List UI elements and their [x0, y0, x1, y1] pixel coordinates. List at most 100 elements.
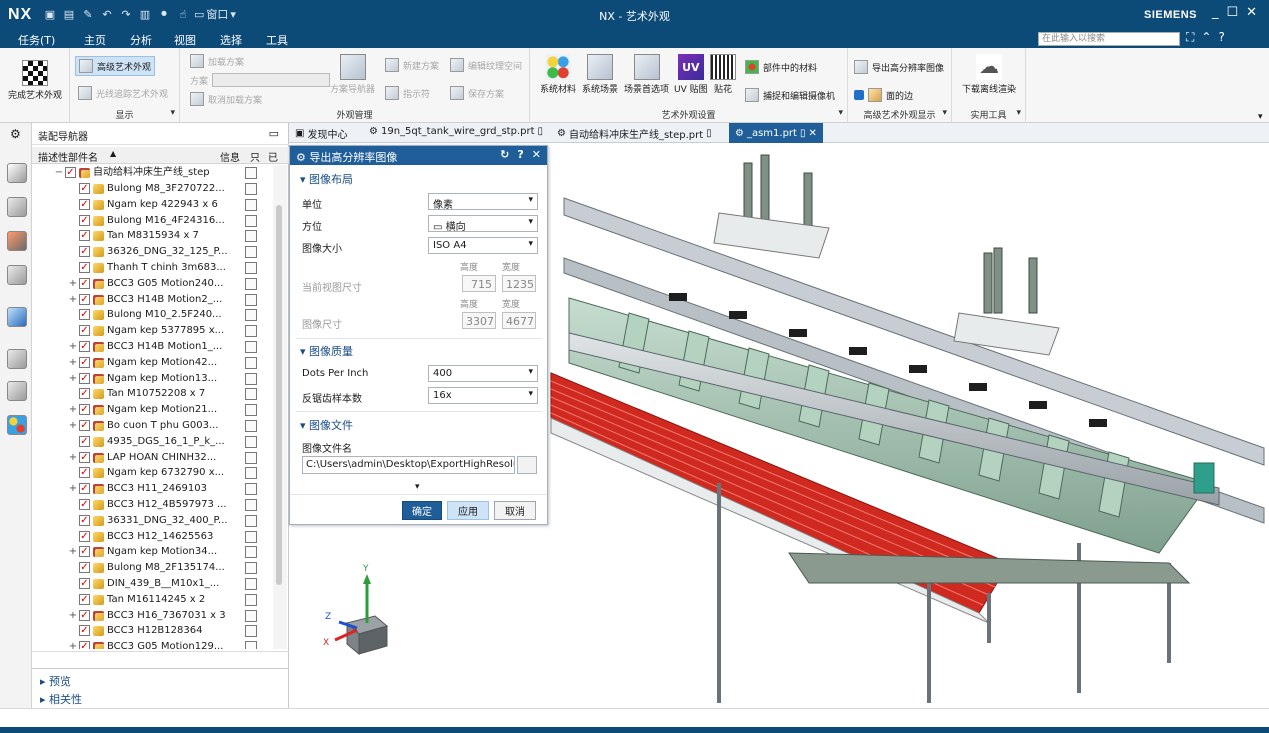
studio-materials-icon[interactable]: [7, 415, 27, 435]
ribbon-options-icon[interactable]: ▾: [1258, 112, 1263, 122]
checkbox-checked-icon[interactable]: ✓: [79, 467, 90, 479]
expand-icon[interactable]: +: [68, 481, 78, 497]
tree-row[interactable]: + ✓ Ngam kep Motion13...: [32, 371, 272, 387]
checkbox-checked-icon[interactable]: ✓: [79, 625, 90, 637]
assembly-navigator-icon[interactable]: [7, 163, 27, 183]
cancel-button[interactable]: 取消: [494, 501, 536, 520]
tab-tasks[interactable]: 任务(T): [18, 32, 55, 48]
column-info[interactable]: 信息: [220, 149, 240, 164]
reset-icon[interactable]: ↻: [500, 148, 509, 161]
tree-row[interactable]: ✓ DIN_439_B__M10x1_...: [32, 576, 272, 592]
tree-row[interactable]: ✓ Bulong M8_3F270722...: [32, 181, 272, 197]
tree-row[interactable]: + ✓ Ngam kep Motion21...: [32, 402, 272, 418]
tree-row[interactable]: ✓ 36326_DNG_32_125_P...: [32, 244, 272, 260]
column-name[interactable]: 描述性部件名: [38, 149, 98, 164]
collapse-ribbon-icon[interactable]: ⌃: [1201, 30, 1211, 45]
system-materials-button[interactable]: 系统材料: [540, 54, 576, 95]
checkbox-checked-icon[interactable]: ✓: [79, 198, 90, 210]
tree-root-row[interactable]: − ✓ 自动给料冲床生产线_step: [32, 165, 272, 181]
finish-studio-button[interactable]: 完成艺术外观: [8, 60, 62, 101]
tree-row[interactable]: + ✓ BCC3 G05 Motion129...: [32, 639, 272, 649]
tree-row[interactable]: ✓ BCC3 H12B128364: [32, 623, 272, 639]
face-edges-toggle[interactable]: 面的边: [854, 88, 913, 102]
system-scenes-button[interactable]: 系统场景: [582, 54, 618, 95]
tree-row[interactable]: ✓ 4935_DGS_16_1_P_k_...: [32, 434, 272, 450]
tab-doc-asm1[interactable]: ⚙ _asm1.prt ▯ ✕: [729, 123, 823, 143]
collapse-icon[interactable]: −: [54, 165, 64, 181]
raytrace-studio-button[interactable]: 光线追踪艺术外观: [78, 86, 168, 100]
sort-up-icon[interactable]: ▲: [110, 149, 116, 158]
checkbox-checked-icon[interactable]: ✓: [79, 388, 90, 400]
close-icon[interactable]: ✕: [532, 148, 541, 161]
decal-button[interactable]: 贴花: [710, 54, 736, 95]
cancel-load-button[interactable]: 取消加载方案: [190, 92, 262, 106]
help-icon[interactable]: ?: [517, 148, 523, 161]
tree-row[interactable]: ✓ BCC3 H12_14625563: [32, 529, 272, 545]
close-tab-icon[interactable]: ✕: [808, 128, 816, 139]
expand-icon[interactable]: +: [68, 292, 78, 308]
tree-row[interactable]: ✓ Bulong M8_2F135174...: [32, 560, 272, 576]
checkbox-checked-icon[interactable]: ✓: [79, 356, 90, 368]
checkbox-checked-icon[interactable]: [854, 90, 864, 100]
part-materials-button[interactable]: 部件中的材料: [745, 60, 817, 74]
tab-doc-tank[interactable]: ⚙ 19n_5qt_tank_wire_grd_stp.prt ▯: [369, 126, 543, 137]
edit-texture-space-button[interactable]: 编辑纹理空间: [450, 58, 522, 72]
advanced-studio-button[interactable]: 高级艺术外观: [75, 56, 156, 76]
image-size-select[interactable]: ISO A4: [428, 237, 538, 254]
browse-folder-icon[interactable]: [517, 456, 537, 474]
tab-discovery-center[interactable]: ▣ 发现中心: [295, 126, 347, 141]
checkbox-checked-icon[interactable]: ✓: [79, 277, 90, 289]
checkbox-checked-icon[interactable]: ✓: [79, 230, 90, 242]
horizontal-scrollbar[interactable]: [32, 651, 289, 663]
download-renderer-button[interactable]: ☁ 下载离线渲染: [962, 54, 1016, 95]
tab-doc-line[interactable]: ⚙ 自动给料冲床生产线_step.prt ▯: [557, 126, 712, 141]
filename-input[interactable]: C:\Users\admin\Desktop\ExportHighResolut…: [302, 456, 515, 474]
checkbox-checked-icon[interactable]: ✓: [79, 325, 90, 337]
checkbox-checked-icon[interactable]: ✓: [79, 246, 90, 258]
expand-icon[interactable]: +: [68, 339, 78, 355]
tab-view[interactable]: 视图: [174, 32, 196, 48]
tree-row[interactable]: ✓ BCC3 H12_4B597973 ...: [32, 497, 272, 513]
help-icon[interactable]: ?: [1218, 30, 1224, 45]
history-icon[interactable]: [7, 349, 27, 369]
tree-row[interactable]: ✓ Tan M8315934 x 7: [32, 228, 272, 244]
checkbox-checked-icon[interactable]: ✓: [79, 562, 90, 574]
tab-tools[interactable]: 工具: [266, 32, 288, 48]
maximize-icon[interactable]: ☐: [1227, 5, 1239, 20]
checkbox-checked-icon[interactable]: ✓: [79, 183, 90, 194]
tree-row[interactable]: ✓ 36331_DNG_32_400_P...: [32, 513, 272, 529]
expand-icon[interactable]: +: [68, 544, 78, 560]
tree-row[interactable]: + ✓ LAP HOAN CHINH32...: [32, 450, 272, 466]
checkbox-checked-icon[interactable]: ✓: [79, 609, 90, 621]
tree-row[interactable]: + ✓ BCC3 H16_7367031 x 3: [32, 608, 272, 624]
checkbox-checked-icon[interactable]: ✓: [79, 214, 90, 226]
search-icon[interactable]: ⌕: [1165, 30, 1172, 45]
column-read-only[interactable]: 只: [250, 149, 260, 164]
tree-row[interactable]: + ✓ BCC3 G05 Motion240...: [32, 276, 272, 292]
fullscreen-icon[interactable]: ⛶: [1186, 30, 1194, 45]
chevron-down-icon[interactable]: ▾: [1016, 108, 1021, 118]
uv-mapping-button[interactable]: UV UV 贴图: [674, 54, 708, 95]
export-hires-button[interactable]: 导出高分辨率图像: [854, 60, 944, 74]
chevron-down-icon[interactable]: ▾: [942, 108, 947, 118]
dependencies-section[interactable]: ▸ 相关性: [40, 691, 82, 707]
web-browser-icon[interactable]: [7, 307, 27, 327]
expand-icon[interactable]: +: [68, 450, 78, 466]
hd3d-tools-icon[interactable]: [7, 265, 27, 285]
checkbox-checked-icon[interactable]: ✓: [79, 578, 90, 589]
expand-icon[interactable]: +: [68, 355, 78, 371]
expand-icon[interactable]: +: [68, 418, 78, 434]
reuse-library-icon[interactable]: [7, 231, 27, 251]
orientation-select[interactable]: ▭ 横向: [428, 215, 538, 233]
tree-row[interactable]: + ✓ BCC3 H14B Motion1_...: [32, 339, 272, 355]
tree-row[interactable]: ✓ Ngam kep 422943 x 6: [32, 197, 272, 213]
tab-analysis[interactable]: 分析: [130, 32, 152, 48]
unit-select[interactable]: 像素: [428, 193, 538, 211]
checkbox-checked-icon[interactable]: ✓: [79, 530, 90, 542]
checkbox-checked-icon[interactable]: ✓: [65, 167, 76, 178]
tree-row[interactable]: ✓ Bulong M10_2.5F240...: [32, 307, 272, 323]
navigator-scrollbar[interactable]: [273, 165, 287, 649]
dpi-select[interactable]: 400: [428, 365, 538, 382]
tree-row[interactable]: + ✓ BCC3 H14B Motion2_...: [32, 292, 272, 308]
checkbox-checked-icon[interactable]: ✓: [79, 309, 90, 321]
